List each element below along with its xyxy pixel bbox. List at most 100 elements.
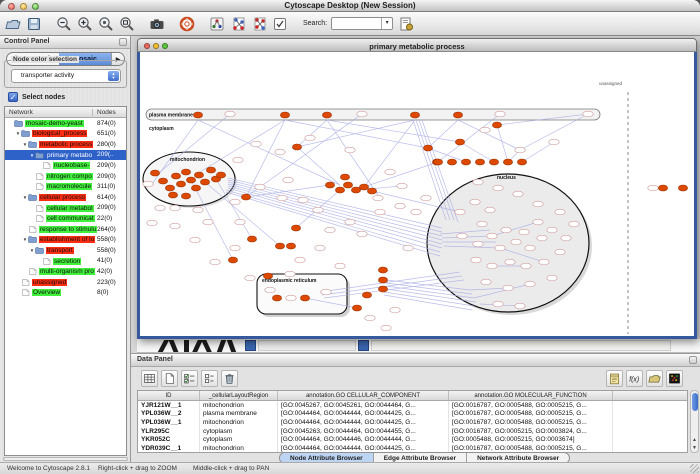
tree-row[interactable]: mosaic-demo-yeast874(0) [5, 118, 126, 129]
table-cell[interactable]: YKR052C [138, 436, 200, 445]
table-cell[interactable]: [GO:0016787, GO:0005488, GO:0005215, G..… [449, 418, 613, 427]
table-cell[interactable]: [GO:0016787, GO:0005488, GO:0005215, G..… [449, 401, 613, 410]
node-color-combobox[interactable]: transporter activity ▲▼ [11, 69, 121, 83]
tree-row[interactable]: ▼transport558(0) [5, 245, 126, 256]
table-cell[interactable]: mitochondrion [200, 401, 278, 410]
save-icon[interactable] [25, 15, 43, 33]
graph-node-highlighted [362, 292, 371, 298]
tree-row[interactable]: ▼metabolic process280(0) [5, 139, 126, 150]
table-cell[interactable]: cytoplasm [200, 436, 278, 445]
control-panel-scrollbar-track[interactable] [3, 457, 128, 461]
tree-row[interactable]: ▼biological_process651(0) [5, 129, 126, 140]
background-glyph [201, 340, 212, 352]
graph-node [305, 135, 315, 141]
graph-node [230, 199, 240, 205]
tree-row[interactable]: cellular metabol209(0) [5, 203, 126, 214]
select-nodes-checkbox[interactable]: ✓ [8, 92, 18, 102]
graph-node-highlighted [322, 112, 331, 118]
zoom-out-icon[interactable] [55, 15, 73, 33]
float-panel-icon[interactable] [689, 356, 697, 364]
attribute-columns-icon[interactable] [201, 370, 218, 387]
notepad-icon[interactable] [606, 370, 623, 387]
table-scrollbar-thumb[interactable] [692, 393, 698, 411]
select-attributes-icon[interactable] [181, 370, 198, 387]
search-config-icon[interactable] [397, 15, 415, 33]
open-folder-icon[interactable] [4, 15, 22, 33]
tree-row[interactable]: Overview8(0) [5, 288, 126, 299]
tree-row[interactable]: macromolecule311(0) [5, 182, 126, 193]
table-cell[interactable]: [GO:0016787, GO:0005215, GO:0003824, G..… [449, 427, 613, 436]
window-titlebar[interactable]: Cytoscape Desktop (New Session) [0, 0, 700, 12]
import-attributes-icon[interactable] [646, 370, 663, 387]
table-cell[interactable]: [GO:0045263, GO:0044464, GO:0044455, G..… [278, 427, 449, 436]
tree-row[interactable]: cell communicat22(0) [5, 213, 126, 224]
table-row[interactable]: YLR295Ccytoplasm[GO:0045263, GO:0044464,… [138, 427, 687, 436]
table-cell[interactable]: [GO:0044464, GO:0044446, GO:0044444, G..… [278, 436, 449, 445]
table-column-header[interactable]: ID [138, 391, 200, 400]
table-row[interactable]: YKR052Ccytoplasm[GO:0044464, GO:0044446,… [138, 436, 687, 445]
new-attribute-icon[interactable] [161, 370, 178, 387]
float-panel-icon[interactable] [119, 38, 127, 46]
resize-grip[interactable] [690, 464, 699, 473]
graph-node [473, 179, 483, 185]
help-icon[interactable] [178, 15, 196, 33]
table-cell[interactable]: YPL036W__1 [138, 418, 200, 427]
tree-row[interactable]: nitrogen compo209(0) [5, 171, 126, 182]
table-cell[interactable]: [GO:0045267, GO:0045261, GO:0044464, G..… [278, 401, 449, 410]
zoom-selected-icon[interactable] [97, 15, 115, 33]
table-row[interactable]: YJR121W__1mitochondrion[GO:0045267, GO:0… [138, 401, 687, 410]
graph-node [549, 139, 559, 145]
graph-node-highlighted [489, 159, 498, 165]
table-cell[interactable]: cytoplasm [200, 427, 278, 436]
tree-row[interactable]: nucleobase-209(0) [5, 160, 126, 171]
network-canvas[interactable]: plasma membranecytoplasmmitochondrionnuc… [137, 52, 697, 339]
tree-row-label: multi-organism pro [39, 268, 95, 275]
search-combobox[interactable]: ▾ [331, 17, 393, 30]
formula-builder-icon[interactable]: f(x) [626, 370, 643, 387]
table-column-header[interactable]: annotation.GO MOLECULAR_FUNCTION [449, 391, 613, 400]
table-mode-icon[interactable] [141, 370, 158, 387]
table-cell[interactable]: YLR295C [138, 427, 200, 436]
table-cell[interactable]: [GO:0005488, GO:0005215, GO:0003674] [449, 436, 613, 445]
search-input[interactable] [333, 18, 381, 29]
layout-b-icon[interactable] [250, 15, 268, 33]
table-row[interactable]: YPL036W__2plasma membrane[GO:0044464, GO… [138, 410, 687, 419]
graph-node [265, 287, 275, 293]
search-sites-icon[interactable] [271, 15, 289, 33]
tree-row[interactable]: secretion41(0) [5, 256, 126, 267]
region-plasma-membrane[interactable] [146, 109, 600, 120]
zoom-fit-icon[interactable] [118, 15, 136, 33]
tree-row[interactable]: ▼primary metabo209(.. [5, 150, 126, 161]
table-cell[interactable]: YJR121W__1 [138, 401, 200, 410]
table-column-header[interactable]: _cellularLayoutRegion [200, 391, 278, 400]
table-cell[interactable]: plasma membrane [200, 410, 278, 419]
region-nucleus[interactable] [427, 174, 592, 315]
layout-a-icon[interactable] [229, 15, 247, 33]
table-column-header[interactable]: annotation.GO CELLULAR_COMPONENT [278, 391, 449, 400]
tree-row[interactable]: response to stimulu264(0) [5, 224, 126, 235]
table-cell[interactable]: [GO:0044464, GO:0044444, GO:0044425, G..… [278, 418, 449, 427]
tree-row[interactable]: unassigned223(0) [5, 277, 126, 288]
tree-row[interactable]: multi-organism pro42(0) [5, 266, 126, 277]
attribute-matrix-icon[interactable] [666, 370, 683, 387]
zoom-in-icon[interactable] [76, 15, 94, 33]
search-dropdown-arrow-icon[interactable]: ▾ [381, 18, 392, 29]
graph-node [325, 227, 335, 233]
tree-row[interactable]: ▼establishment of lo558(0) [5, 235, 126, 246]
tree-row-count: 280(0) [97, 141, 116, 148]
table-cell[interactable]: YPL036W__2 [138, 410, 200, 419]
table-column-filler [613, 391, 687, 400]
network-window-titlebar[interactable]: primary metabolic process [137, 38, 697, 52]
table-row[interactable]: YPL036W__1mitochondrion[GO:0044464, GO:0… [138, 418, 687, 427]
vizmapper-icon[interactable] [208, 15, 226, 33]
combobox-stepper-icon[interactable]: ▲▼ [108, 71, 119, 81]
table-cell[interactable]: YDR039C__1 [138, 444, 200, 453]
table-cell[interactable]: mitochondrion [200, 444, 278, 453]
table-cell[interactable]: [GO:0016787, GO:0005488, GO:0005215, G..… [449, 410, 613, 419]
table-cell[interactable]: mitochondrion [200, 418, 278, 427]
tree-row[interactable]: ▼cellular process614(0) [5, 192, 126, 203]
table-cell[interactable]: [GO:0044464, GO:0044444, GO:0044425, G..… [278, 410, 449, 419]
snapshot-icon[interactable] [148, 15, 166, 33]
delete-attribute-icon[interactable] [221, 370, 238, 387]
table-scroll-arrows[interactable]: ▲▼ [690, 436, 699, 452]
